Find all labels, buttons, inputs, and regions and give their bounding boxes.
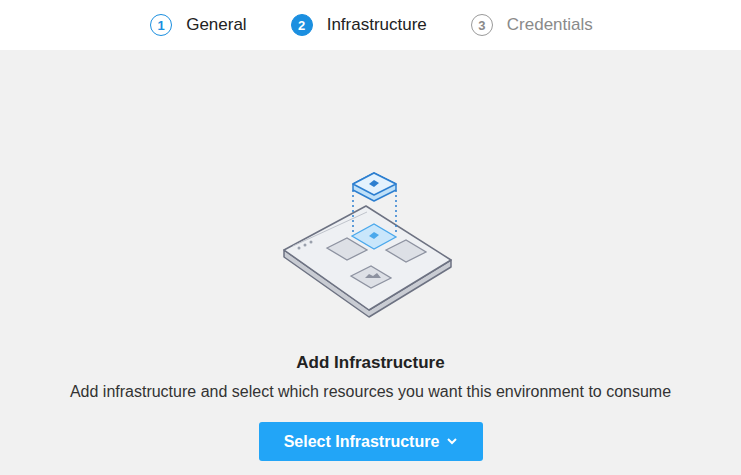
empty-state: Add Infrastructure Add infrastructure and… xyxy=(0,50,741,475)
wizard-stepper: 1 General 2 Infrastructure 3 Credentials xyxy=(0,0,741,50)
step-label: General xyxy=(186,14,246,36)
step-number: 2 xyxy=(291,14,313,36)
infrastructure-icon xyxy=(279,168,464,318)
wizard-step[interactable]: 2 Infrastructure xyxy=(291,14,427,36)
wizard-step[interactable]: 1 General xyxy=(150,14,246,36)
button-label: Select Infrastructure xyxy=(284,430,440,454)
chevron-down-icon xyxy=(447,437,457,447)
empty-state-description: Add infrastructure and select which reso… xyxy=(62,382,679,402)
step-label: Credentials xyxy=(507,14,593,36)
step-label: Infrastructure xyxy=(327,14,427,36)
empty-state-title: Add Infrastructure xyxy=(296,353,444,373)
select-infrastructure-button[interactable]: Select Infrastructure xyxy=(259,422,483,461)
step-number: 1 xyxy=(150,14,172,36)
wizard-step: 3 Credentials xyxy=(471,14,593,36)
step-number: 3 xyxy=(471,14,493,36)
